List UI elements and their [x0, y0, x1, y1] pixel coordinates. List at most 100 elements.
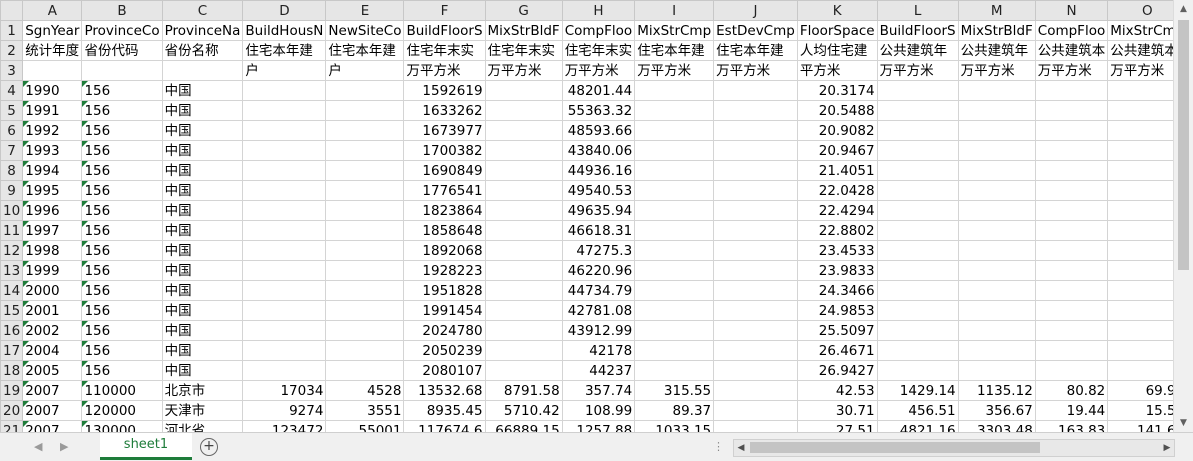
cell-i9[interactable]	[634, 180, 715, 201]
cell-l9[interactable]	[876, 180, 959, 201]
column-header-m[interactable]: M	[957, 0, 1036, 21]
cell-f3[interactable]: 万平方米	[403, 60, 486, 81]
column-header-a[interactable]: A	[22, 0, 83, 21]
cell-d2[interactable]: 住宅本年建	[242, 40, 327, 61]
cell-h1[interactable]: CompFloo	[561, 20, 636, 41]
cell-a11[interactable]: 1997	[22, 220, 83, 241]
cell-j15[interactable]	[713, 300, 798, 321]
column-header-l[interactable]: L	[876, 0, 959, 21]
cell-i18[interactable]	[634, 360, 715, 381]
plus-icon[interactable]: +	[200, 438, 218, 456]
horizontal-scrollbar[interactable]: ◀ ▶	[733, 439, 1175, 457]
cell-e3[interactable]: 户	[325, 60, 405, 81]
cell-l5[interactable]	[876, 100, 959, 121]
cell-b20[interactable]: 120000	[81, 400, 163, 421]
cell-a16[interactable]: 2002	[22, 320, 83, 341]
cell-d9[interactable]	[242, 180, 327, 201]
cell-a18[interactable]: 2005	[22, 360, 83, 381]
cell-b18[interactable]: 156	[81, 360, 163, 381]
cell-k17[interactable]: 26.4671	[796, 340, 878, 361]
cell-b4[interactable]: 156	[81, 80, 163, 101]
cell-a17[interactable]: 2004	[22, 340, 83, 361]
cell-a7[interactable]: 1993	[22, 140, 83, 161]
cell-k13[interactable]: 23.9833	[796, 260, 878, 281]
cell-a10[interactable]: 1996	[22, 200, 83, 221]
cell-a12[interactable]: 1998	[22, 240, 83, 261]
column-header-e[interactable]: E	[325, 0, 405, 21]
cell-j7[interactable]	[713, 140, 798, 161]
cell-m12[interactable]	[957, 240, 1036, 261]
cell-o8[interactable]	[1107, 160, 1173, 181]
cell-o12[interactable]	[1107, 240, 1173, 261]
select-all-corner[interactable]	[0, 0, 24, 21]
cell-m5[interactable]	[957, 100, 1036, 121]
cell-h15[interactable]: 42781.08	[561, 300, 636, 321]
cell-k9[interactable]: 22.0428	[796, 180, 878, 201]
cell-d15[interactable]	[242, 300, 327, 321]
row-header[interactable]: 4	[0, 80, 24, 101]
cell-k8[interactable]: 21.4051	[796, 160, 878, 181]
cell-f16[interactable]: 2024780	[403, 320, 486, 341]
cell-n19[interactable]: 80.82	[1034, 380, 1109, 401]
cell-k11[interactable]: 22.8802	[796, 220, 878, 241]
cell-o1[interactable]: MixStrCmp	[1107, 20, 1173, 41]
row-header[interactable]: 19	[0, 380, 24, 401]
cell-o17[interactable]	[1107, 340, 1173, 361]
cell-a15[interactable]: 2001	[22, 300, 83, 321]
column-header-d[interactable]: D	[242, 0, 327, 21]
cell-o18[interactable]	[1107, 360, 1173, 381]
column-header-k[interactable]: K	[796, 0, 878, 21]
cell-h4[interactable]: 48201.44	[561, 80, 636, 101]
cell-i10[interactable]	[634, 200, 715, 221]
column-header-b[interactable]: B	[81, 0, 163, 21]
cell-m10[interactable]	[957, 200, 1036, 221]
sheet-tab-sheet1[interactable]: sheet1	[100, 433, 192, 460]
column-header-i[interactable]: I	[634, 0, 715, 21]
cell-g4[interactable]	[484, 80, 563, 101]
cell-j3[interactable]: 万平方米	[713, 60, 798, 81]
cell-m1[interactable]: MixStrBldF	[957, 20, 1036, 41]
cell-o2[interactable]: 公共建筑本	[1107, 40, 1173, 61]
cell-h13[interactable]: 46220.96	[561, 260, 636, 281]
cell-d8[interactable]	[242, 160, 327, 181]
cell-n20[interactable]: 19.44	[1034, 400, 1109, 421]
cell-f14[interactable]: 1951828	[403, 280, 486, 301]
cell-f18[interactable]: 2080107	[403, 360, 486, 381]
cell-a1[interactable]: SgnYear	[22, 20, 83, 41]
horizontal-scroll-thumb[interactable]	[750, 442, 1040, 453]
cell-m4[interactable]	[957, 80, 1036, 101]
cell-c14[interactable]: 中国	[161, 280, 244, 301]
cell-b21[interactable]: 130000	[81, 420, 163, 432]
row-header[interactable]: 7	[0, 140, 24, 161]
cell-i16[interactable]	[634, 320, 715, 341]
cell-i3[interactable]: 万平方米	[634, 60, 715, 81]
cell-g13[interactable]	[484, 260, 563, 281]
column-header-g[interactable]: G	[484, 0, 563, 21]
cell-g5[interactable]	[484, 100, 563, 121]
cell-g3[interactable]: 万平方米	[484, 60, 563, 81]
cell-l16[interactable]	[876, 320, 959, 341]
cell-h14[interactable]: 44734.79	[561, 280, 636, 301]
row-header[interactable]: 8	[0, 160, 24, 181]
cell-c20[interactable]: 天津市	[161, 400, 244, 421]
cell-c10[interactable]: 中国	[161, 200, 244, 221]
cell-f5[interactable]: 1633262	[403, 100, 486, 121]
cell-g11[interactable]	[484, 220, 563, 241]
cell-l19[interactable]: 1429.14	[876, 380, 959, 401]
row-header[interactable]: 15	[0, 300, 24, 321]
cell-k20[interactable]: 30.71	[796, 400, 878, 421]
cell-h18[interactable]: 44237	[561, 360, 636, 381]
cell-j20[interactable]	[713, 400, 798, 421]
cell-e6[interactable]	[325, 120, 405, 141]
cell-f21[interactable]: 117674.6	[403, 420, 486, 432]
cell-b6[interactable]: 156	[81, 120, 163, 141]
cell-h10[interactable]: 49635.94	[561, 200, 636, 221]
cell-j18[interactable]	[713, 360, 798, 381]
cell-g18[interactable]	[484, 360, 563, 381]
cell-a8[interactable]: 1994	[22, 160, 83, 181]
cell-i11[interactable]	[634, 220, 715, 241]
cell-i13[interactable]	[634, 260, 715, 281]
cell-i6[interactable]	[634, 120, 715, 141]
cell-c21[interactable]: 河北省	[161, 420, 244, 432]
cell-j12[interactable]	[713, 240, 798, 261]
